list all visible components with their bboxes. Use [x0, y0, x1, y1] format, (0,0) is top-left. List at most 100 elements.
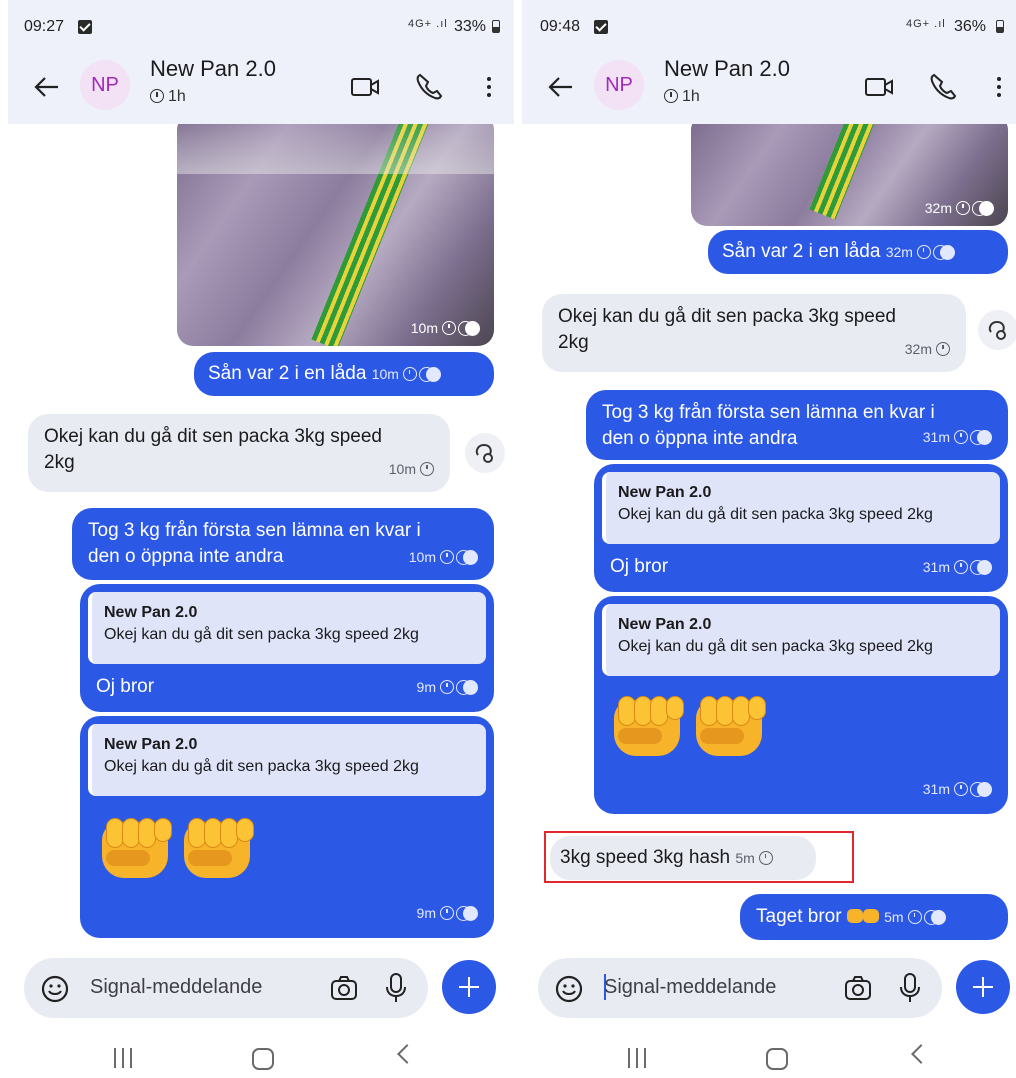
message-time: 10m	[389, 456, 434, 482]
message-input-pill[interactable]: Signal-meddelande	[24, 958, 428, 1018]
battery-icon	[492, 20, 500, 33]
recent-apps-icon[interactable]	[112, 1048, 136, 1068]
camera-icon[interactable]	[842, 972, 874, 1004]
message-text-line1: Tog 3 kg från första sen lämna en kvar i	[602, 402, 935, 423]
conversation-title[interactable]: New Pan 2.0	[664, 56, 790, 82]
back-arrow-icon[interactable]	[546, 72, 576, 102]
message-input-pill[interactable]: Signal-meddelande	[538, 958, 942, 1018]
outgoing-reply-oj[interactable]: New Pan 2.0 Okej kan du gå dit sen packa…	[80, 584, 494, 712]
composer: Signal-meddelande	[8, 958, 514, 1022]
recent-apps-icon[interactable]	[626, 1048, 650, 1068]
camera-icon[interactable]	[328, 972, 360, 1004]
outgoing-message-tog[interactable]: Tog 3 kg från första sen lämna en kvar i…	[72, 508, 494, 580]
conversation-title[interactable]: New Pan 2.0	[150, 56, 276, 82]
timer-icon	[664, 89, 678, 103]
home-icon[interactable]	[766, 1048, 788, 1070]
outgoing-reply-fist[interactable]: New Pan 2.0 Okej kan du gå dit sen packa…	[80, 716, 494, 938]
microphone-icon[interactable]	[382, 971, 410, 1005]
microphone-icon[interactable]	[896, 971, 924, 1005]
status-time: 09:48	[540, 18, 581, 35]
quote-text: Okej kan du gå dit sen packa 3kg speed 2…	[618, 638, 933, 655]
fist-emoji-icon	[610, 692, 686, 762]
status-time: 09:27	[24, 18, 65, 35]
quoted-message[interactable]: New Pan 2.0 Okej kan du gå dit sen packa…	[88, 592, 486, 664]
timer-icon	[150, 89, 164, 103]
incoming-message-okej[interactable]: Okej kan du gå dit sen packa 3kg speed 2…	[542, 294, 966, 372]
conversation-header: NP New Pan 2.0 1h	[8, 52, 514, 124]
attach-plus-button[interactable]	[956, 960, 1010, 1014]
status-bar: 09:48 4G+ .ıl 36%	[522, 0, 1016, 52]
image-box-edge	[177, 124, 494, 174]
outgoing-message-san[interactable]: Sån var 2 i en låda 32m	[708, 230, 1008, 274]
message-time: 32m	[886, 244, 955, 260]
android-nav-bar	[522, 1030, 1016, 1078]
quoted-message[interactable]: New Pan 2.0 Okej kan du gå dit sen packa…	[602, 472, 1000, 544]
emoji-icon[interactable]	[554, 974, 584, 1004]
quoted-message[interactable]: New Pan 2.0 Okej kan du gå dit sen packa…	[88, 724, 486, 796]
attach-plus-button[interactable]	[442, 960, 496, 1014]
quote-text: Okej kan du gå dit sen packa 3kg speed 2…	[104, 626, 419, 643]
phone-screenshot-right: 09:48 4G+ .ıl 36% NP New Pan 2.0 1h 32m …	[522, 0, 1016, 1078]
outgoing-message-taget[interactable]: Taget bror 5m	[740, 894, 1008, 940]
message-time: 10m	[372, 366, 441, 382]
emoji-icon[interactable]	[40, 974, 70, 1004]
image-timestamp: 32m	[925, 200, 994, 216]
signal-icon: 4G+ .ıl	[408, 18, 448, 30]
avatar[interactable]: NP	[594, 60, 644, 110]
conversation-header: NP New Pan 2.0 1h	[522, 52, 1016, 124]
image-timestamp: 10m	[411, 320, 480, 336]
android-nav-bar	[8, 1030, 514, 1078]
message-list[interactable]: 10m Sån var 2 i en låda 10m Okej kan du …	[8, 124, 514, 950]
fist-emoji-icon	[862, 909, 879, 923]
nav-back-icon[interactable]	[397, 1044, 417, 1064]
phone-screenshot-left: 09:27 4G+ .ıl 33% NP New Pan 2.0 1h 10m …	[8, 0, 514, 1078]
image-stripe	[809, 124, 933, 220]
message-time: 31m	[923, 554, 992, 580]
message-time: 32m	[905, 336, 950, 362]
image-attachment[interactable]: 10m	[177, 124, 494, 346]
battery-level: 36%	[954, 18, 987, 35]
back-arrow-icon[interactable]	[32, 72, 62, 102]
fist-emoji-icon	[692, 692, 768, 762]
message-time: 31m	[923, 776, 992, 802]
incoming-message-okej[interactable]: Okej kan du gå dit sen packa 3kg speed 2…	[28, 414, 450, 492]
message-text-line1: Okej kan du gå dit sen packa 3kg speed	[44, 426, 383, 447]
reaction-icon[interactable]	[978, 310, 1016, 350]
quote-author: New Pan 2.0	[104, 736, 198, 753]
message-text: Sån var 2 i en låda	[208, 363, 367, 384]
message-text: Oj bror	[96, 676, 155, 697]
reaction-icon[interactable]	[465, 433, 505, 473]
more-options-icon[interactable]	[472, 70, 506, 104]
message-text-line2: 2kg	[558, 332, 589, 353]
image-attachment[interactable]: 32m	[691, 124, 1008, 226]
video-call-icon[interactable]	[862, 70, 896, 104]
quoted-message[interactable]: New Pan 2.0 Okej kan du gå dit sen packa…	[602, 604, 1000, 676]
message-text: Oj bror	[610, 556, 669, 577]
battery-icon	[996, 20, 1004, 33]
quote-author: New Pan 2.0	[618, 616, 712, 633]
home-icon[interactable]	[252, 1048, 274, 1070]
voice-call-icon[interactable]	[412, 70, 446, 104]
outgoing-reply-fist[interactable]: New Pan 2.0 Okej kan du gå dit sen packa…	[594, 596, 1008, 814]
message-text: Sån var 2 i en låda	[722, 241, 881, 262]
avatar[interactable]: NP	[80, 60, 130, 110]
message-time: 31m	[923, 424, 992, 450]
message-text-line1: Tog 3 kg från första sen lämna en kvar i	[88, 520, 421, 541]
battery-level: 33%	[454, 18, 487, 35]
fist-emoji-icon	[180, 814, 256, 884]
message-list[interactable]: 32m Sån var 2 i en låda 32m Okej kan du …	[522, 124, 1016, 950]
more-options-icon[interactable]	[982, 70, 1016, 104]
message-input-placeholder[interactable]: Signal-meddelande	[604, 976, 776, 999]
message-time: 5m	[884, 909, 946, 925]
outgoing-reply-oj[interactable]: New Pan 2.0 Okej kan du gå dit sen packa…	[594, 464, 1008, 592]
disappearing-timer: 1h	[150, 88, 186, 106]
quote-author: New Pan 2.0	[104, 604, 198, 621]
voice-call-icon[interactable]	[926, 70, 960, 104]
outgoing-message-san[interactable]: Sån var 2 i en låda 10m	[194, 352, 494, 396]
fist-emoji-icon	[98, 814, 174, 884]
nav-back-icon[interactable]	[911, 1044, 931, 1064]
fist-emoji-icon	[846, 909, 863, 923]
message-input-placeholder[interactable]: Signal-meddelande	[90, 976, 262, 999]
outgoing-message-tog[interactable]: Tog 3 kg från första sen lämna en kvar i…	[586, 390, 1008, 460]
video-call-icon[interactable]	[348, 70, 382, 104]
